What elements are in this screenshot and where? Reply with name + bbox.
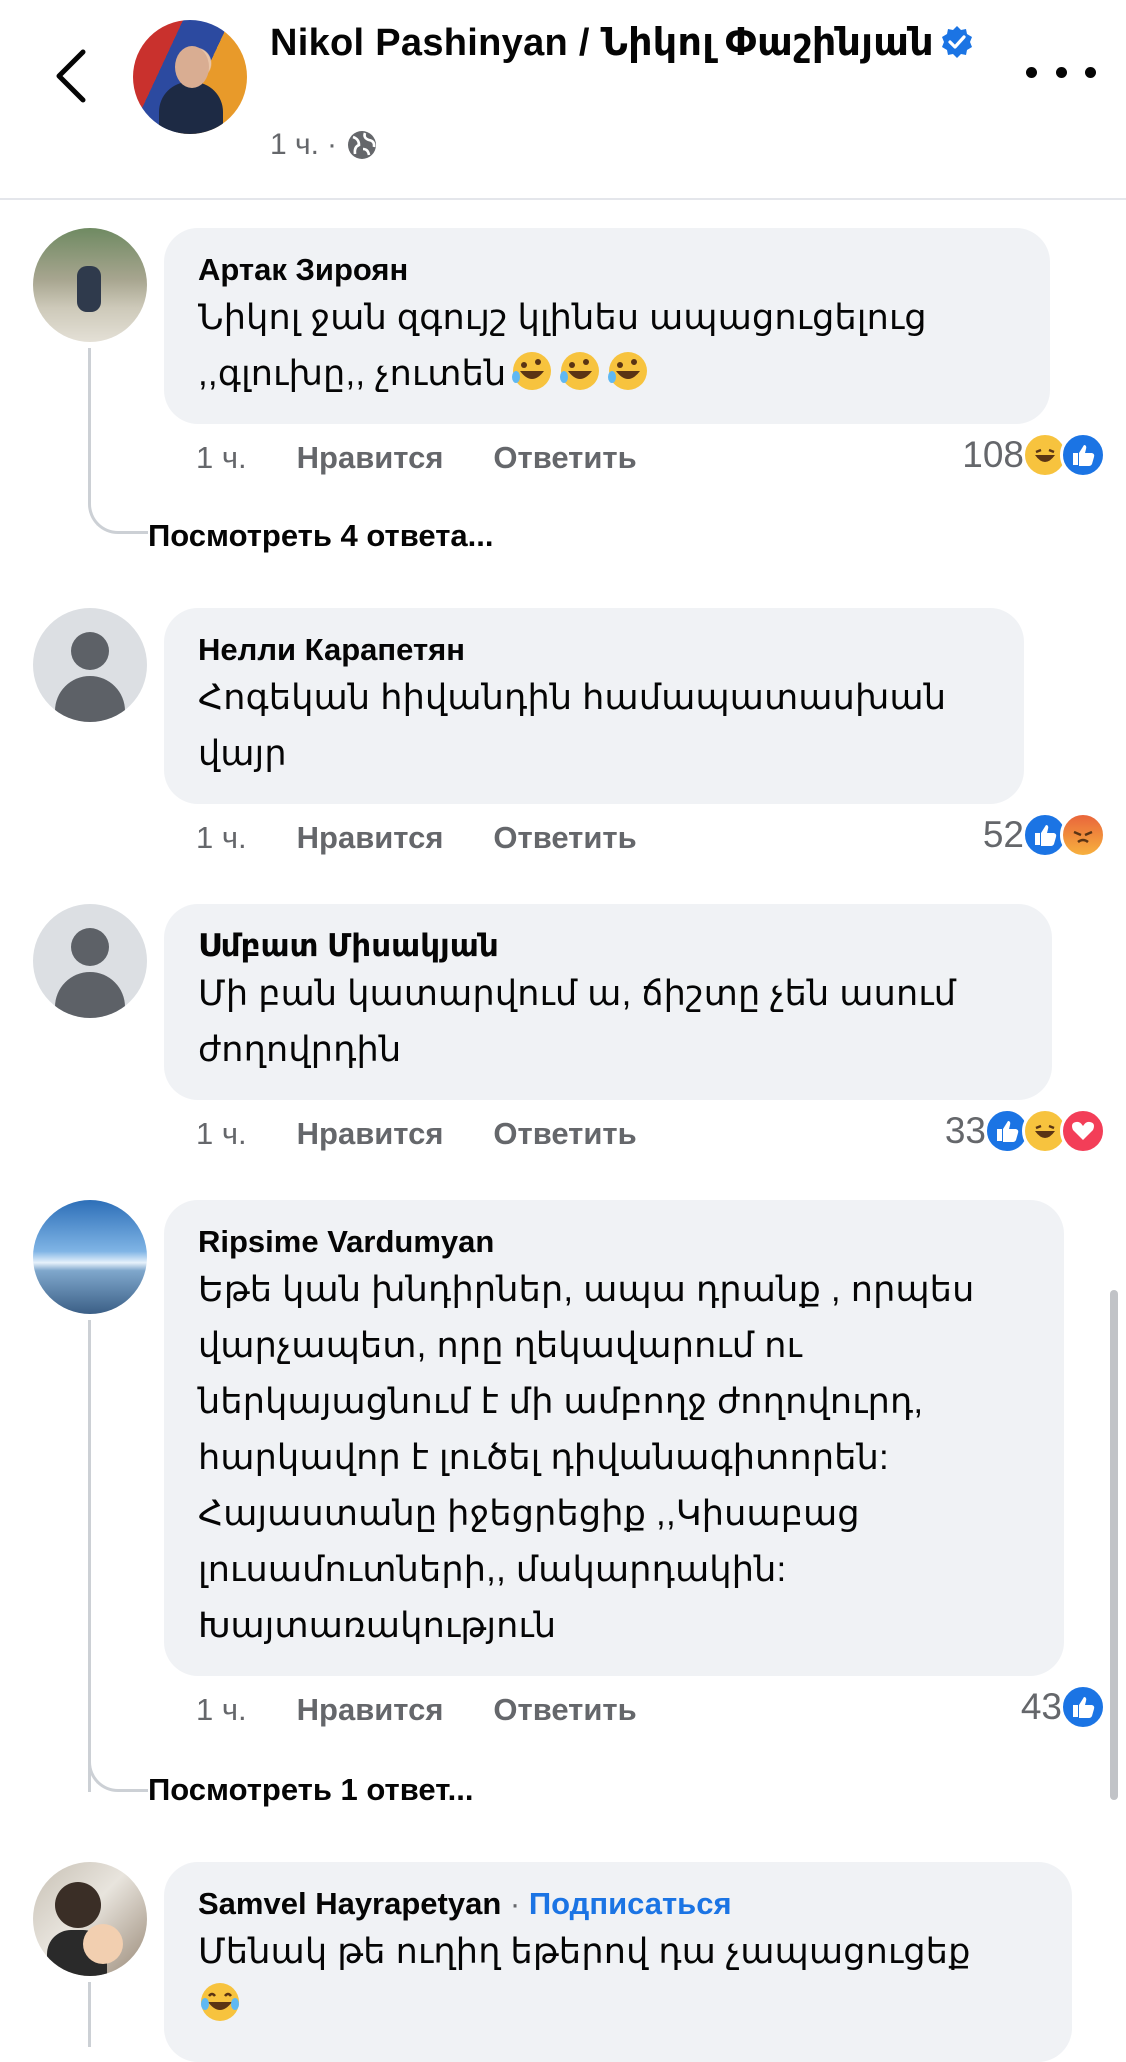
avatar[interactable] [33, 904, 147, 1018]
avatar[interactable] [33, 1200, 147, 1314]
reply-button[interactable]: Ответить [493, 820, 636, 856]
reaction-summary[interactable]: 33 [945, 1108, 1106, 1154]
love-reaction-icon [1060, 1108, 1106, 1154]
like-button[interactable]: Нравится [297, 440, 444, 476]
reaction-count: 52 [982, 814, 1024, 855]
thread-line [88, 348, 91, 488]
more-options-button[interactable] [1026, 52, 1096, 92]
comment-text: Նիկոլ ջան զգույշ կլինես ապացուցելուց ,,գ… [198, 290, 1016, 402]
reaction-summary[interactable]: 52 [983, 812, 1106, 858]
comment-time[interactable]: 1 ч. [196, 820, 247, 856]
meta-separator: · [326, 128, 337, 161]
comment-bubble[interactable]: Ripsime Vardumyan Եթե կան խնդիրներ, ապա … [164, 1200, 1064, 1676]
like-button[interactable]: Нравится [297, 820, 444, 856]
avatar[interactable] [33, 1862, 147, 1976]
thread-line [88, 1982, 91, 2047]
page-title[interactable]: Nikol Pashinyan / Նիկոլ Փաշինյան [270, 16, 990, 71]
like-button[interactable]: Нравится [297, 1692, 444, 1728]
thread-line [88, 1320, 91, 1792]
chevron-left-icon [56, 49, 86, 103]
back-button[interactable] [40, 40, 100, 112]
dot-icon [1055, 66, 1067, 78]
rofl-emoji-icon [560, 352, 600, 390]
avatar[interactable] [33, 608, 147, 722]
comment-text: Մենակ թե ուղիղ եթերով դա չապացուցեք [198, 1932, 971, 1971]
comment-text: Հոգեկան հիվանդին համապատասխան վայր [198, 678, 947, 773]
comment-text: Եթե կան խնդիրներ, ապա դրանք , որպես վարչ… [198, 1270, 975, 1645]
verified-badge-icon [942, 26, 972, 58]
post-time[interactable]: 1 ч. [270, 128, 319, 162]
reply-button[interactable]: Ответить [493, 1692, 636, 1728]
thread-connector [88, 488, 148, 534]
comment-actions: 1 ч. Нравится Ответить [196, 1116, 637, 1152]
comment-author[interactable]: Ripsime Vardumyan [198, 1222, 1030, 1262]
author-separator: · [509, 1886, 521, 1921]
globe-icon [347, 131, 376, 159]
comment-bubble[interactable]: Нелли Карапетян Հոգեկան հիվանդին համապատ… [164, 608, 1024, 804]
reaction-summary[interactable]: 108 [962, 432, 1106, 478]
comment-text: Մի բան կատարվում ա, ճիշտը չեն ասում ժողո… [198, 974, 957, 1069]
thread-connector [88, 1746, 148, 1792]
comment-time[interactable]: 1 ч. [196, 440, 247, 476]
comment-author[interactable]: Нелли Карапетян [198, 630, 990, 670]
like-reaction-icon [1060, 1684, 1106, 1730]
comment-author[interactable]: Артак Зироян [198, 250, 1016, 290]
rofl-emoji-icon [608, 352, 648, 390]
post-meta: 1 ч. · [270, 128, 379, 162]
dot-icon [1026, 66, 1037, 78]
reply-button[interactable]: Ответить [493, 1116, 636, 1152]
follow-button[interactable]: Подписаться [529, 1886, 732, 1921]
comment-bubble[interactable]: Սմբատ Միսակյան Մի բան կատարվում ա, ճիշտը… [164, 904, 1052, 1100]
post-header: Nikol Pashinyan / Նիկոլ Փաշինյան 1 ч. · [0, 0, 1126, 200]
angry-reaction-icon [1060, 812, 1106, 858]
comment-author[interactable]: Սմբատ Միսակյան [198, 926, 1018, 966]
view-replies-link[interactable]: Посмотреть 1 ответ... [148, 1772, 474, 1808]
like-reaction-icon [1060, 432, 1106, 478]
page-avatar[interactable] [133, 20, 247, 134]
avatar[interactable] [33, 228, 147, 342]
joy-emoji-icon [201, 1983, 239, 2021]
comment-time[interactable]: 1 ч. [196, 1116, 247, 1152]
comment-actions: 1 ч. Нравится Ответить [196, 1692, 637, 1728]
like-button[interactable]: Нравится [297, 1116, 444, 1152]
comment-time[interactable]: 1 ч. [196, 1692, 247, 1728]
rofl-emoji-icon [512, 352, 552, 390]
reaction-count: 33 [944, 1110, 986, 1151]
comment-bubble[interactable]: Артак Зироян Նիկոլ ջան զգույշ կլինես ապա… [164, 228, 1050, 424]
dot-icon [1085, 66, 1096, 78]
view-replies-link[interactable]: Посмотреть 4 ответа... [148, 518, 493, 554]
comment-author-line: Samvel Hayrapetyan · Подписаться [198, 1884, 1038, 1924]
comment-bubble[interactable]: Samvel Hayrapetyan · Подписаться Մենակ թ… [164, 1862, 1072, 2062]
comment-actions: 1 ч. Нравится Ответить [196, 440, 637, 476]
reply-button[interactable]: Ответить [493, 440, 636, 476]
reaction-count: 43 [1020, 1686, 1062, 1727]
comment-author[interactable]: Samvel Hayrapetyan [198, 1886, 501, 1921]
comment-actions: 1 ч. Нравится Ответить [196, 820, 637, 856]
reaction-summary[interactable]: 43 [1021, 1684, 1106, 1730]
scrollbar[interactable] [1110, 1290, 1118, 1800]
reaction-count: 108 [962, 434, 1024, 475]
